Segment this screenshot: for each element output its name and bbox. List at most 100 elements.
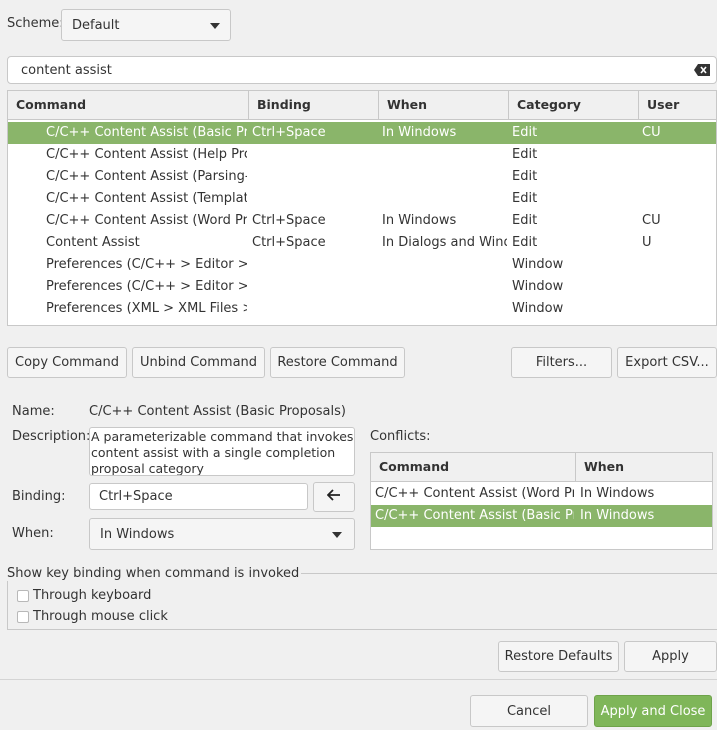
table-row-selected[interactable]: C/C++ Content Assist (Basic Proposals) Ct… [8, 122, 716, 144]
command-cell: C/C++ Content Assist (Basic Proposals) [46, 125, 247, 140]
table-row[interactable]: Preferences (XML > XML Files > Editor > … [8, 298, 716, 320]
column-header-when[interactable]: When [379, 91, 509, 119]
when-cell: In Dialogs and Windows [382, 235, 507, 250]
binding-cell [252, 188, 377, 210]
clear-icon[interactable] [694, 64, 710, 80]
command-cell: C/C++ Content Assist (Template Proposals… [46, 191, 247, 206]
export-csv-button[interactable]: Export CSV... [617, 347, 717, 378]
through-mouse-checkbox[interactable] [17, 611, 29, 623]
user-cell [642, 144, 712, 166]
category-cell: Edit [512, 169, 538, 184]
backspace-button[interactable] [313, 482, 355, 512]
table-row[interactable]: C/C++ Content Assist (Help Proposals) Edi… [8, 144, 716, 166]
scheme-value: Default [72, 17, 120, 33]
binding-label: Binding: [12, 489, 66, 504]
when-value: In Windows [100, 526, 175, 542]
category-cell: Edit [512, 125, 538, 140]
arrow-left-icon [326, 489, 341, 505]
category-cell: Edit [512, 235, 538, 250]
scheme-select[interactable]: Default [61, 9, 231, 41]
conflict-row[interactable]: C/C++ Content Assist (Word Proposals) In… [371, 483, 712, 505]
show-binding-title: Show key binding when command is invoked [7, 566, 302, 581]
apply-and-close-button[interactable]: Apply and Close [594, 695, 712, 727]
binding-cell [252, 144, 377, 166]
conflict-when-cell: In Windows [580, 508, 655, 523]
through-keyboard-label[interactable]: Through keyboard [33, 588, 151, 603]
command-cell: Content Assist [46, 235, 140, 250]
when-cell: In Windows [382, 125, 457, 140]
column-header-binding[interactable]: Binding [249, 91, 379, 119]
conflicts-column-when[interactable]: When [576, 453, 712, 481]
binding-cell: Ctrl+Space [252, 125, 326, 140]
binding-cell: Ctrl+Space [252, 213, 326, 228]
conflict-command-cell: C/C++ Content Assist (Word Proposals) [375, 486, 574, 501]
chevron-down-icon [210, 23, 220, 29]
when-select[interactable]: In Windows [89, 518, 355, 550]
filter-input[interactable]: content assist [7, 56, 717, 84]
column-header-command[interactable]: Command [8, 91, 249, 119]
category-cell: Edit [512, 191, 538, 206]
user-cell [642, 276, 712, 298]
table-row[interactable]: Preferences (C/C++ > Editor > Content As… [8, 276, 716, 298]
filters-button[interactable]: Filters... [511, 347, 612, 378]
bindings-table-header: Command Binding When Category User [8, 91, 716, 120]
cancel-button[interactable]: Cancel [470, 695, 588, 727]
command-cell: Preferences (C/C++ > Editor > Content As… [46, 257, 247, 272]
when-cell [382, 144, 507, 166]
name-label: Name: [12, 404, 55, 419]
copy-command-button[interactable]: Copy Command [7, 347, 127, 378]
binding-cell: Ctrl+Space [252, 235, 326, 250]
user-cell [642, 188, 712, 210]
category-cell: Window [512, 301, 564, 316]
table-row[interactable]: C/C++ Content Assist (Parsing-based Prop… [8, 166, 716, 188]
category-cell: Window [512, 257, 564, 272]
table-row[interactable]: Content Assist Ctrl+Space In Dialogs and W… [8, 232, 716, 254]
command-cell: Preferences (C/C++ > Editor > Content As… [46, 279, 247, 294]
category-cell: Edit [512, 213, 538, 228]
user-cell [642, 166, 712, 188]
binding-cell [252, 166, 377, 188]
when-cell [382, 188, 507, 210]
description-value: A parameterizable command that invokes c… [91, 429, 354, 476]
bindings-table[interactable]: Command Binding When Category User C/C++… [7, 90, 717, 326]
user-cell: CU [642, 213, 661, 228]
through-mouse-label[interactable]: Through mouse click [33, 609, 168, 624]
binding-input[interactable]: Ctrl+Space [89, 483, 308, 510]
unbind-command-button[interactable]: Unbind Command [132, 347, 265, 378]
conflict-when-cell: In Windows [580, 486, 655, 501]
category-cell: Window [512, 279, 564, 294]
conflicts-table-header: Command When [371, 453, 712, 482]
description-label: Description: [12, 429, 91, 444]
when-label: When: [12, 526, 54, 541]
through-keyboard-checkbox[interactable] [17, 590, 29, 602]
conflicts-column-command[interactable]: Command [371, 453, 576, 481]
name-value: C/C++ Content Assist (Basic Proposals) [89, 404, 346, 419]
conflict-row-selected[interactable]: C/C++ Content Assist (Basic Proposals) I… [371, 505, 712, 527]
when-cell [382, 276, 507, 298]
column-header-category[interactable]: Category [509, 91, 639, 119]
apply-button[interactable]: Apply [624, 641, 717, 672]
table-row[interactable]: Preferences (C/C++ > Editor > Content As… [8, 254, 716, 276]
when-cell [382, 254, 507, 276]
restore-command-button[interactable]: Restore Command [270, 347, 405, 378]
restore-defaults-button[interactable]: Restore Defaults [498, 641, 619, 672]
when-cell: In Windows [382, 213, 457, 228]
chevron-down-icon [332, 532, 342, 538]
user-cell: U [642, 235, 652, 250]
command-cell: Preferences (XML > XML Files > Editor > … [46, 301, 247, 316]
conflict-command-cell: C/C++ Content Assist (Basic Proposals) [375, 508, 574, 523]
binding-value: Ctrl+Space [99, 489, 173, 504]
description-textarea[interactable]: A parameterizable command that invokes c… [89, 427, 355, 476]
conflicts-table[interactable]: Command When C/C++ Content Assist (Word … [370, 452, 713, 550]
table-row[interactable]: C/C++ Content Assist (Word Proposals) Ctr… [8, 210, 716, 232]
table-row[interactable]: C/C++ Content Assist (Template Proposals… [8, 188, 716, 210]
when-cell [382, 298, 507, 320]
user-cell: CU [642, 125, 661, 140]
binding-cell [252, 298, 377, 320]
column-header-user[interactable]: User [639, 91, 716, 119]
scheme-label: Scheme: [7, 16, 64, 31]
command-cell: C/C++ Content Assist (Parsing-based Prop… [46, 169, 247, 184]
when-cell [382, 166, 507, 188]
user-cell [642, 298, 712, 320]
footer-divider [0, 679, 717, 680]
